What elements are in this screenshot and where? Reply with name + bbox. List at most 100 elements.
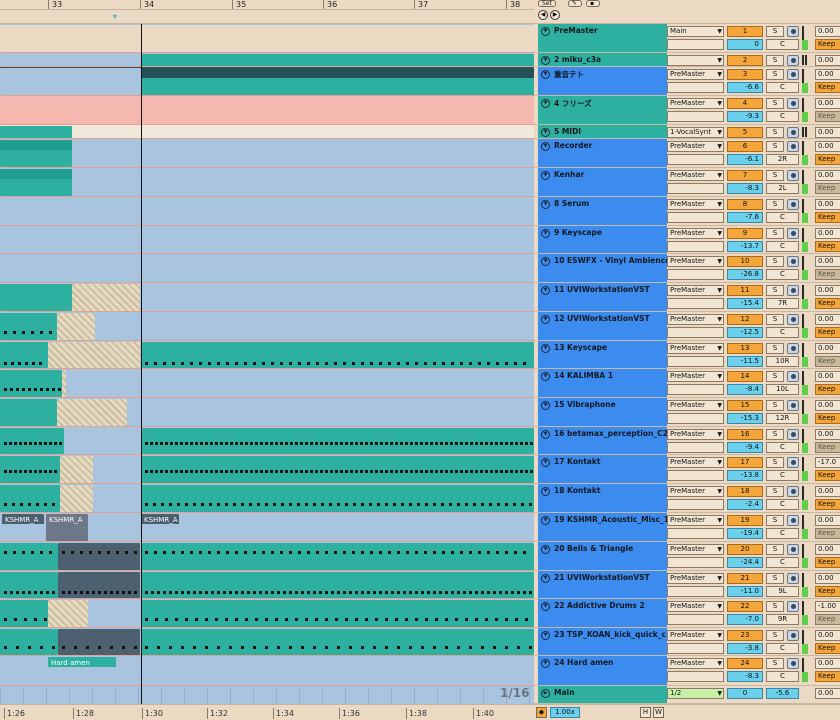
volume-field[interactable]: -26.8 [727,269,763,280]
track-name-cell[interactable]: ▼ 13 Keyscape [538,341,667,368]
output-select[interactable]: PreMaster ▼ [667,515,724,526]
send-field[interactable]: 0.00 [815,228,840,239]
output-select[interactable]: PreMaster ▼ [667,69,724,80]
track-name-cell[interactable]: ▼ 19 KSHMR_Acoustic_Misc_1 [538,513,667,541]
clip[interactable] [58,543,140,570]
track-activator-button[interactable]: 10 [727,256,763,267]
keep-button[interactable]: Keep [815,327,840,338]
arrangement-view[interactable]: KSHMR_A KSHMR_A KSHMR_A Hard amen [0,24,534,704]
input-select[interactable] [667,183,724,194]
arrangement-row[interactable] [0,197,534,226]
volume-field[interactable]: -6.6 [727,82,763,93]
arm-icon[interactable] [787,429,799,440]
loop-marker-icon[interactable]: ▾ [113,13,121,21]
keep-button[interactable]: Keep [815,356,840,367]
clip[interactable]: KSHMR_A [46,514,88,541]
output-select[interactable]: PreMaster ▼ [667,429,724,440]
send-field[interactable]: 0.00 [815,544,840,555]
track-header[interactable]: ▼ 17 Kontakt PreMaster ▼ 17 S -13.8 C -17.0 Keep [534,455,840,484]
clip[interactable] [48,600,88,627]
keep-button[interactable]: Keep [815,269,840,280]
keep-button[interactable]: Keep [815,442,840,453]
keep-button[interactable]: Keep [815,586,840,597]
solo-button[interactable]: S [766,26,784,37]
keep-button[interactable]: Keep [815,241,840,252]
send-field[interactable]: 0.00 [815,515,840,526]
arrangement-row[interactable] [0,139,534,168]
send-field[interactable]: 0.00 [815,573,840,584]
output-select[interactable]: PreMaster ▼ [667,199,724,210]
solo-button[interactable]: S [766,630,784,641]
fold-icon[interactable]: ▼ [541,315,550,324]
fold-icon[interactable]: ▼ [541,659,550,668]
clip[interactable] [57,313,95,340]
fold-icon[interactable]: ▼ [541,99,550,108]
send-field[interactable]: 0.00 [815,688,840,699]
fold-icon[interactable]: ▼ [541,545,550,554]
track-activator-button[interactable]: 14 [727,371,763,382]
pan-field[interactable]: C [766,39,799,50]
send-field[interactable]: 0.00 [815,199,840,210]
send-field[interactable]: 0.00 [815,26,840,37]
track-activator-button[interactable]: 6 [727,141,763,152]
h-button[interactable]: H [640,707,651,718]
main-fold-icon[interactable]: ▶ [541,689,550,698]
output-select[interactable]: 1-VocalSynt ▼ [667,127,724,138]
track-name-cell[interactable]: ▼ 15 Vibraphone [538,398,667,426]
keep-button[interactable]: Keep [815,557,840,568]
pan-field[interactable]: C [766,671,799,682]
fold-icon[interactable]: ▼ [541,487,550,496]
clip[interactable] [57,399,127,426]
input-select[interactable] [667,413,724,424]
output-select[interactable]: PreMaster ▼ [667,371,724,382]
clip[interactable] [0,169,72,196]
fold-icon[interactable]: ▼ [541,401,550,410]
track-header[interactable]: ▼ 19 KSHMR_Acoustic_Misc_1 PreMaster ▼ 19 S -1… [534,513,840,542]
track-activator-button[interactable]: 16 [727,429,763,440]
solo-button[interactable]: S [766,457,784,468]
main-number[interactable]: 0 [727,688,763,699]
clip[interactable] [141,543,534,570]
fold-icon[interactable]: ▼ [541,631,550,640]
pan-field[interactable]: 10L [766,384,799,395]
volume-field[interactable]: -19.4 [727,528,763,539]
pan-field[interactable]: 2R [766,154,799,165]
keep-button[interactable]: Keep [815,614,840,625]
set-button[interactable]: Set [538,0,556,7]
clip[interactable] [0,600,48,627]
fold-icon[interactable]: ▼ [541,602,550,611]
input-select[interactable] [667,528,724,539]
input-select[interactable] [667,154,724,165]
keep-button[interactable]: Keep [815,154,840,165]
track-name-cell[interactable]: ▼ 8 Serum [538,197,667,225]
track-activator-button[interactable]: 23 [727,630,763,641]
main-track[interactable]: ▶ Main 1/2 ▼ 0 -5.6 0.00 [534,686,840,704]
volume-field[interactable]: -9.3 [727,111,763,122]
clip[interactable]: KSHMR_A [141,514,179,541]
pan-field[interactable]: C [766,499,799,510]
volume-field[interactable]: -24.4 [727,557,763,568]
track-header[interactable]: ▼ 15 Vibraphone PreMaster ▼ 15 S -15.3 12R 0.00 K… [534,398,840,427]
track-header[interactable]: ▼ 9 Keyscape PreMaster ▼ 9 S -13.7 C 0.00 Keep [534,226,840,254]
clip[interactable] [0,97,534,124]
track-header[interactable]: ▼ 24 Hard amen PreMaster ▼ 24 S -8.3 C 0.00 Keep [534,656,840,686]
track-header[interactable]: ▼ 重音テト PreMaster ▼ 3 S -6.6 C 0.00 Keep [534,67,840,96]
arm-icon[interactable] [787,515,799,526]
track-name-cell[interactable]: ▼ 22 Addictive Drums 2 [538,599,667,627]
track-name-cell[interactable]: ▼ 20 Bells & Triangle [538,542,667,570]
output-select[interactable]: Main ▼ [667,26,724,37]
send-field[interactable]: 0.00 [815,429,840,440]
arm-icon[interactable] [787,69,799,80]
input-select[interactable] [667,269,724,280]
track-header[interactable]: ▼ Recorder PreMaster ▼ 6 S -6.1 2R 0.00 Keep [534,139,840,168]
fold-icon[interactable]: ▼ [541,344,550,353]
fold-icon[interactable]: ▼ [541,229,550,238]
arm-icon[interactable] [787,544,799,555]
solo-button[interactable]: S [766,55,784,66]
track-activator-button[interactable]: 9 [727,228,763,239]
track-activator-button[interactable]: 22 [727,601,763,612]
clip[interactable] [0,572,58,598]
arm-icon[interactable] [787,228,799,239]
solo-button[interactable]: S [766,515,784,526]
fold-icon[interactable]: ▼ [541,56,550,65]
